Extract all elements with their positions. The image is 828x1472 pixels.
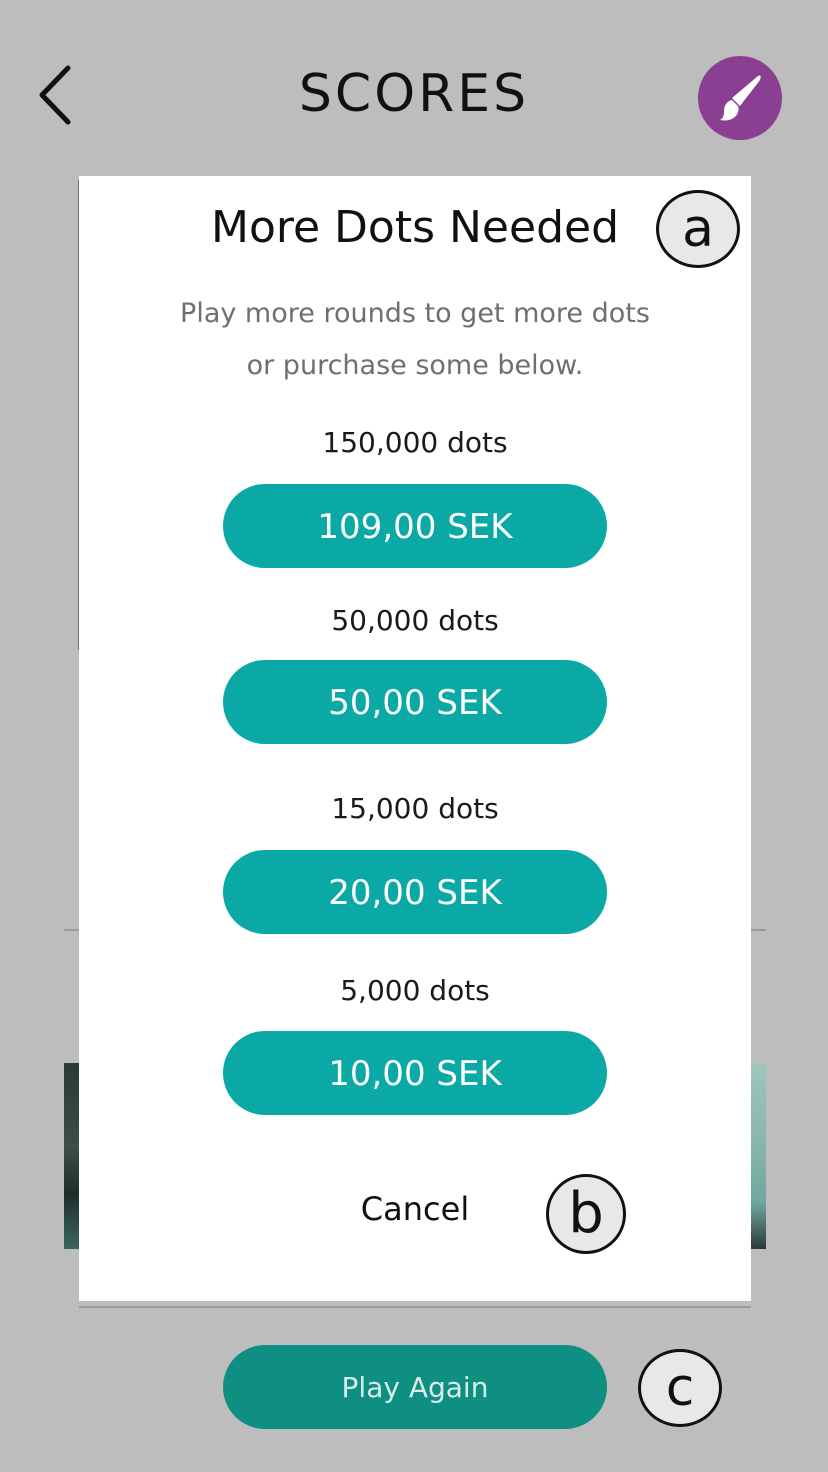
buy-15000-dots-button[interactable]: 20,00 SEK <box>223 850 607 934</box>
background-thumbnail <box>64 1063 80 1249</box>
dialog-message: Play more rounds to get more dots or pur… <box>139 288 691 392</box>
dialog-message-line: or purchase some below. <box>246 350 584 381</box>
package-label: 150,000 dots <box>322 426 508 459</box>
background-divider <box>64 929 80 931</box>
package-label: 15,000 dots <box>331 792 499 825</box>
paint-button[interactable] <box>698 56 782 140</box>
annotation-marker-c: c <box>638 1349 722 1427</box>
annotation-marker-a: a <box>656 190 740 268</box>
dialog-title: More Dots Needed <box>210 202 619 253</box>
buy-5000-dots-button[interactable]: 10,00 SEK <box>223 1031 607 1115</box>
background-divider <box>79 1306 751 1308</box>
buy-150000-dots-button[interactable]: 109,00 SEK <box>223 484 607 568</box>
more-dots-dialog: More Dots Needed Play more rounds to get… <box>79 176 751 1301</box>
background-thumbnail <box>751 1063 766 1249</box>
cancel-button[interactable]: Cancel <box>79 1190 751 1228</box>
package-label: 50,000 dots <box>331 604 499 637</box>
play-again-button[interactable]: Play Again <box>223 1345 607 1429</box>
annotation-marker-b: b <box>546 1174 626 1254</box>
background-divider <box>751 929 766 931</box>
buy-50000-dots-button[interactable]: 50,00 SEK <box>223 660 607 744</box>
package-label: 5,000 dots <box>340 974 490 1007</box>
paintbrush-icon <box>720 75 761 121</box>
dialog-message-line: Play more rounds to get more dots <box>180 298 650 329</box>
